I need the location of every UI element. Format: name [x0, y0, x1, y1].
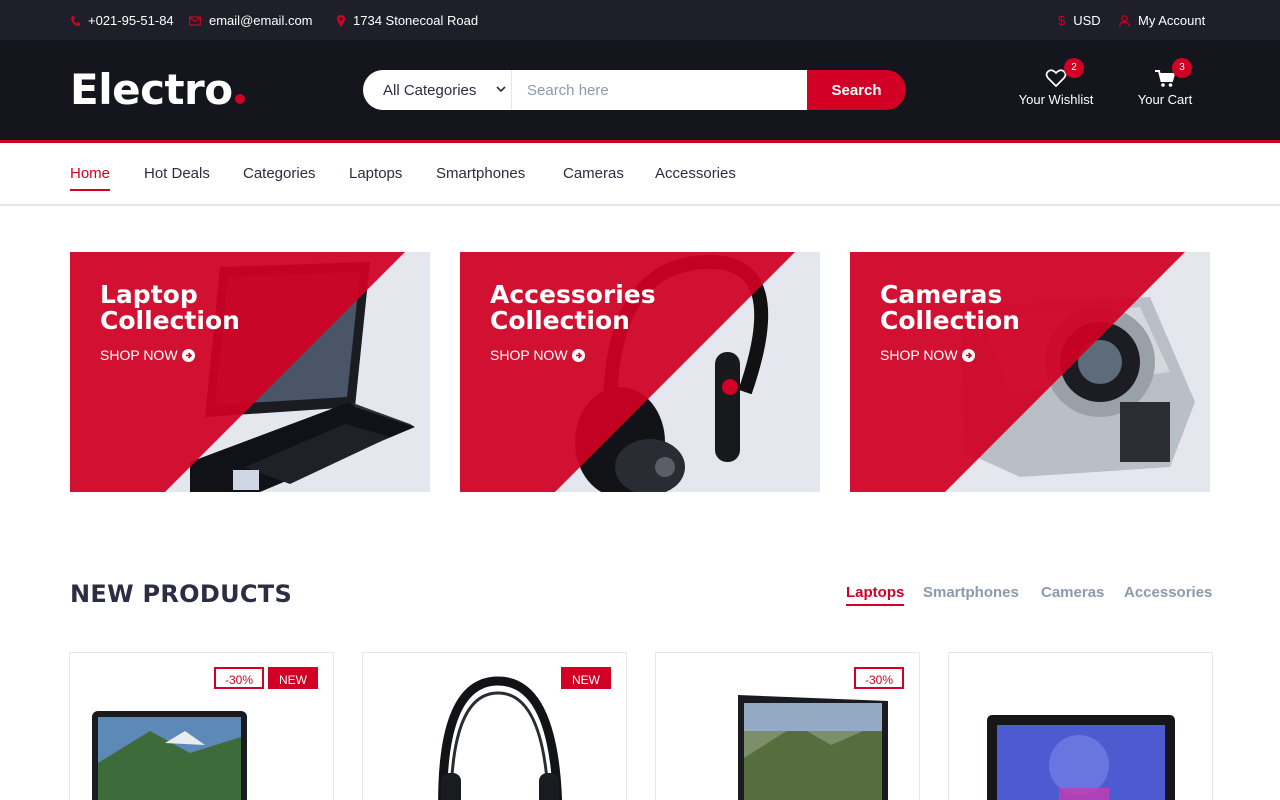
shop-now-link[interactable]: SHOP NOW	[490, 347, 585, 363]
shop-now-label: SHOP NOW	[490, 347, 568, 363]
wishlist-button[interactable]: 2 Your Wishlist	[1016, 58, 1096, 107]
product-labels: -30% NEW	[213, 667, 318, 689]
wishlist-count-badge: 2	[1064, 58, 1084, 78]
currency-label: USD	[1073, 13, 1101, 28]
shop-now-label: SHOP NOW	[880, 347, 958, 363]
map-marker-icon	[337, 14, 345, 27]
banner-title: Accessories Collection	[490, 282, 656, 334]
logo-dot	[234, 94, 245, 104]
search-button[interactable]: Search	[807, 70, 906, 110]
sale-badge: -30%	[213, 667, 264, 689]
section-title: NEW PRODUCTS	[70, 580, 293, 608]
top-header: +021-95-51-84 email@email.com 1734 Stone…	[0, 0, 1280, 40]
product-card[interactable]: -30% NEW	[69, 652, 334, 800]
nav-item-smartphones[interactable]: Smartphones	[436, 165, 525, 182]
nav-item-home[interactable]: Home	[70, 165, 111, 191]
product-card[interactable]: -30%	[655, 652, 920, 800]
new-badge: NEW	[561, 667, 611, 689]
account-label: My Account	[1138, 13, 1206, 28]
email-address: email@email.com	[209, 13, 313, 28]
site-logo[interactable]: Electro	[70, 66, 245, 114]
shop-now-link[interactable]: SHOP NOW	[880, 347, 975, 363]
banner-title-line: Cameras	[880, 280, 1003, 309]
store-address: 1734 Stonecoal Road	[353, 13, 479, 28]
accessories-collection-banner[interactable]: Accessories Collection SHOP NOW	[460, 252, 820, 492]
tab-accessories[interactable]: Accessories	[1124, 584, 1212, 601]
nav-item-accessories[interactable]: Accessories	[655, 165, 736, 182]
shop-now-link[interactable]: SHOP NOW	[100, 347, 195, 363]
nav-item-cameras[interactable]: Cameras	[563, 165, 624, 182]
product-labels: NEW	[561, 667, 611, 689]
product-card[interactable]: NEW	[362, 652, 627, 800]
laptop-collection-banner[interactable]: Laptop Collection SHOP NOW	[70, 252, 430, 492]
cart-button[interactable]: 3 Your Cart	[1134, 58, 1196, 107]
banner-title-line: Collection	[490, 306, 630, 335]
category-select-value: All Categories	[383, 81, 477, 99]
new-badge: NEW	[268, 667, 318, 689]
banner-title-line: Collection	[100, 306, 240, 335]
cart-label: Your Cart	[1137, 92, 1193, 107]
arrow-circle-right-icon	[961, 348, 975, 362]
category-select[interactable]: All Categories	[363, 70, 512, 110]
nav-item-hot-deals[interactable]: Hot Deals	[144, 165, 210, 182]
nav-item-categories[interactable]: Categories	[243, 165, 316, 182]
currency-selector[interactable]: $ USD	[1058, 13, 1101, 28]
my-account-link[interactable]: My Account	[1119, 13, 1205, 28]
phone-number: +021-95-51-84	[88, 13, 174, 28]
tab-laptops[interactable]: Laptops	[846, 584, 905, 606]
address-link[interactable]: 1734 Stonecoal Road	[337, 13, 478, 28]
search-form: All Categories Search	[363, 70, 906, 110]
phone-icon	[71, 15, 80, 26]
arrow-circle-right-icon	[181, 348, 195, 362]
user-icon	[1119, 14, 1130, 27]
nav-item-laptops[interactable]: Laptops	[349, 165, 402, 182]
main-header: Electro All Categories Search 2 Your Wis…	[0, 40, 1280, 140]
chevron-down-icon	[496, 86, 506, 93]
banner-title: Cameras Collection	[880, 282, 1020, 334]
banner-title-line: Accessories	[490, 280, 656, 309]
dollar-icon: $	[1058, 13, 1066, 28]
product-card[interactable]	[948, 652, 1213, 800]
banner-title: Laptop Collection	[100, 282, 240, 334]
shop-now-label: SHOP NOW	[100, 347, 178, 363]
cameras-collection-banner[interactable]: Cameras Collection SHOP NOW	[850, 252, 1210, 492]
wishlist-label: Your Wishlist	[1018, 92, 1094, 107]
cart-count-badge: 3	[1172, 58, 1192, 78]
logo-text: Electro	[70, 65, 233, 114]
tab-smartphones[interactable]: Smartphones	[923, 584, 1019, 601]
envelope-icon	[189, 15, 201, 26]
phone-link[interactable]: +021-95-51-84	[70, 13, 174, 28]
arrow-circle-right-icon	[571, 348, 585, 362]
product-image-tablet	[987, 715, 1175, 800]
banner-title-line: Laptop	[100, 280, 198, 309]
banner-title-line: Collection	[880, 306, 1020, 335]
main-navigation: Home Hot Deals Categories Laptops Smartp…	[0, 143, 1280, 206]
product-labels: -30%	[853, 667, 904, 689]
search-input[interactable]	[512, 70, 807, 110]
sale-badge: -30%	[853, 667, 904, 689]
email-link[interactable]: email@email.com	[189, 13, 313, 28]
tab-cameras[interactable]: Cameras	[1041, 584, 1104, 601]
